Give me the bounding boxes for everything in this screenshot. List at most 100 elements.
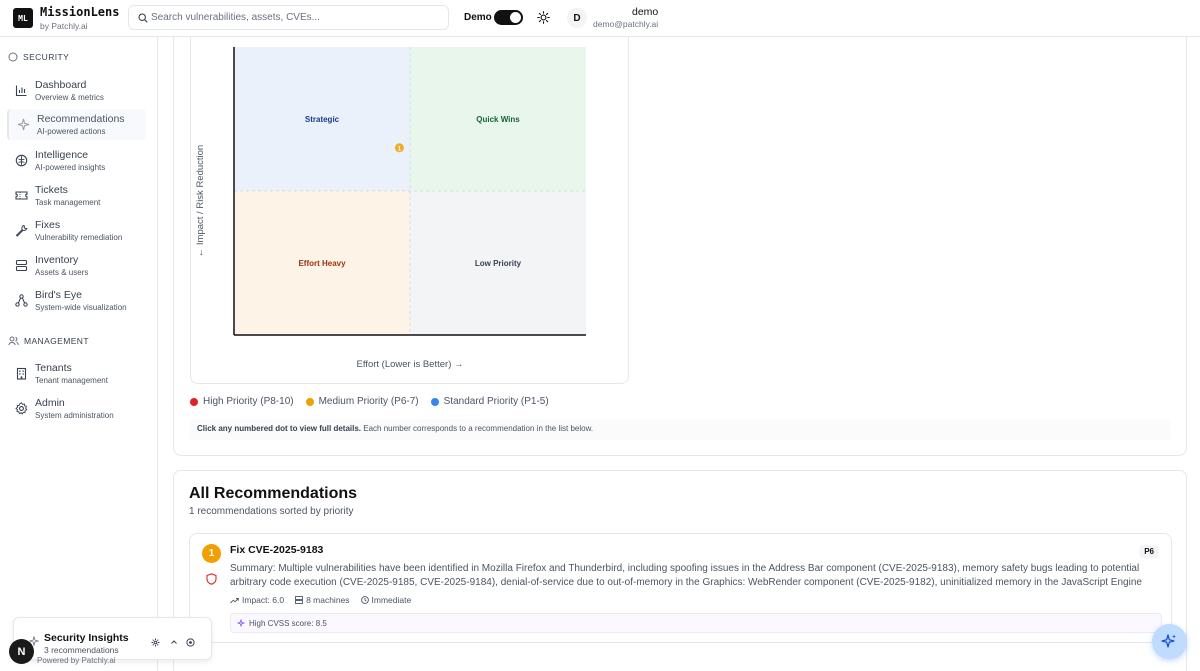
sidebar-item-tenants[interactable]: Tenants Tenant management	[7, 358, 146, 389]
logo[interactable]: ML	[13, 8, 33, 28]
wrench-icon	[15, 224, 28, 237]
recommendation-meta: Impact: 6.0 8 machines Immediate	[230, 595, 411, 605]
user-name[interactable]: demo	[632, 6, 658, 18]
quadrant-label: Strategic	[305, 115, 340, 124]
sidebar-item-sub: Vulnerability remediation	[35, 233, 123, 242]
chart-icon	[15, 85, 27, 97]
machines-meta: 8 machines	[295, 595, 350, 605]
sidebar-item-dashboard[interactable]: Dashboard Overview & metrics	[7, 75, 146, 106]
impact-text: Impact: 6.0	[242, 595, 285, 605]
building-icon	[16, 367, 27, 380]
section-title: All Recommendations	[189, 485, 358, 502]
legend-label: Standard Priority (P1-5)	[443, 396, 549, 407]
brand-subtitle: by Patchly.ai	[40, 21, 88, 31]
section-heading-label: MANAGEMENT	[24, 336, 89, 346]
brand-name[interactable]: MissionLens	[40, 5, 119, 19]
target-icon[interactable]	[186, 638, 195, 647]
sidebar-item-admin[interactable]: Admin System administration	[7, 393, 146, 424]
section-subtitle: 1 recommendations sorted by priority	[189, 506, 354, 517]
sidebar-item-sub: AI-powered actions	[37, 127, 106, 136]
toggle-knob	[510, 12, 521, 23]
sidebar-item-inventory[interactable]: Inventory Assets & users	[7, 250, 146, 281]
chart-hint-bold: Click any numbered dot to view full deta…	[197, 424, 362, 433]
sidebar-item-recommendations[interactable]: Recommendations AI-powered actions	[7, 109, 146, 140]
recommendation-title[interactable]: Fix CVE-2025-9183	[230, 544, 323, 556]
impact-meta: Impact: 6.0	[230, 595, 284, 605]
priority-badge: P6	[1139, 545, 1159, 558]
recommendation-reason: High CVSS score: 8.5	[230, 613, 1162, 633]
n-button[interactable]: N	[9, 639, 34, 664]
priority-matrix-chart: Strategic Quick Wins Effort Heavy Low Prior…	[195, 47, 586, 370]
legend-label: Medium Priority (P6-7)	[318, 396, 419, 407]
sun-icon[interactable]	[537, 11, 550, 24]
data-point-label: 1	[398, 145, 402, 152]
sidebar-item-label: Intelligence	[35, 149, 89, 161]
priority-matrix-card: Strategic Quick Wins Effort Heavy Low Prior…	[173, 37, 1187, 456]
chart-hint-rest: Each number corresponds to a recommendat…	[361, 424, 594, 433]
sidebar-item-label: Bird's Eye	[35, 289, 82, 301]
legend-dot-blue	[430, 397, 439, 406]
sidebar-item-birds-eye[interactable]: Bird's Eye System-wide visualization	[7, 285, 146, 316]
sparkle-icon	[237, 619, 245, 627]
recommendation-summary: Summary: Multiple vulnerabilities have b…	[230, 563, 1142, 588]
user-email: demo@patchly.ai	[593, 19, 659, 29]
quadrant-label: Effort Heavy	[298, 259, 346, 268]
sparkle-icon	[17, 118, 30, 131]
server-icon	[15, 259, 28, 272]
sidebar-item-label: Tenants	[35, 362, 72, 374]
chart-frame: Strategic Quick Wins Effort Heavy Low Prior…	[190, 37, 629, 384]
recommendation-card[interactable]: 1 Fix CVE-2025-9183 P6 Summary: Multiple…	[189, 533, 1172, 643]
legend-dot-red	[190, 397, 198, 406]
all-recommendations-card: All Recommendations 1 recommendations so…	[173, 470, 1187, 671]
sidebar-item-label: Fixes	[35, 219, 61, 231]
server-icon	[295, 596, 304, 604]
sidebar-item-tickets[interactable]: Tickets Task management	[7, 180, 146, 211]
brain-icon	[15, 154, 28, 167]
legend-item-standard: Standard Priority (P1-5)	[430, 396, 549, 407]
insights-subtitle: 3 recommendations	[44, 645, 119, 655]
security-section-heading: SECURITY	[8, 52, 69, 62]
sidebar-item-label: Inventory	[35, 254, 79, 266]
gear-icon	[15, 402, 28, 415]
demo-label: Demo	[464, 12, 492, 23]
sidebar-item-sub: Overview & metrics	[35, 93, 104, 102]
timing-text: Immediate	[371, 595, 412, 605]
sidebar-item-sub: Task management	[35, 198, 101, 207]
clock-icon	[360, 596, 369, 604]
demo-toggle[interactable]	[494, 10, 523, 25]
avatar[interactable]: D	[567, 8, 587, 28]
sidebar: SECURITY Dashboard Overview & metrics Re…	[0, 37, 158, 671]
search-box[interactable]	[128, 5, 449, 30]
legend-item-high: High Priority (P8-10)	[190, 396, 294, 407]
management-section-heading: MANAGEMENT	[8, 336, 89, 346]
security-insights-panel[interactable]: Security Insights 3 recommendations	[13, 617, 212, 660]
search-input[interactable]	[151, 9, 441, 26]
users-icon	[8, 336, 19, 346]
reason-text: High CVSS score: 8.5	[249, 618, 327, 628]
legend-item-medium: Medium Priority (P6-7)	[305, 396, 419, 407]
shield-icon	[206, 573, 217, 585]
legend-label: High Priority (P8-10)	[203, 396, 294, 407]
chevron-up-icon[interactable]	[170, 638, 178, 646]
machines-text: 8 machines	[306, 595, 350, 605]
legend-dot-orange	[305, 397, 314, 406]
section-heading-label: SECURITY	[23, 52, 70, 62]
sparkles-icon	[1161, 634, 1176, 648]
search-icon	[138, 13, 148, 23]
ai-assistant-button[interactable]	[1152, 624, 1187, 659]
trend-up-icon	[230, 597, 239, 603]
sidebar-item-sub: AI-powered insights	[35, 163, 106, 172]
x-axis-label: Effort (Lower is Better) →	[357, 359, 464, 370]
sidebar-item-label: Dashboard	[35, 79, 87, 91]
settings-icon[interactable]	[151, 638, 160, 647]
sidebar-item-label: Recommendations	[37, 113, 125, 125]
sidebar-item-sub: Assets & users	[35, 268, 89, 277]
sidebar-item-fixes[interactable]: Fixes Vulnerability remediation	[7, 215, 146, 246]
sidebar-item-intelligence[interactable]: Intelligence AI-powered insights	[7, 145, 146, 176]
quadrant-label: Low Priority	[475, 259, 522, 268]
sidebar-item-sub: System administration	[35, 411, 114, 420]
chart-legend: High Priority (P8-10) Medium Priority (P…	[190, 396, 549, 407]
network-icon	[15, 294, 28, 307]
sidebar-item-sub: Tenant management	[35, 376, 108, 385]
main-content: Strategic Quick Wins Effort Heavy Low Prior…	[158, 37, 1200, 671]
